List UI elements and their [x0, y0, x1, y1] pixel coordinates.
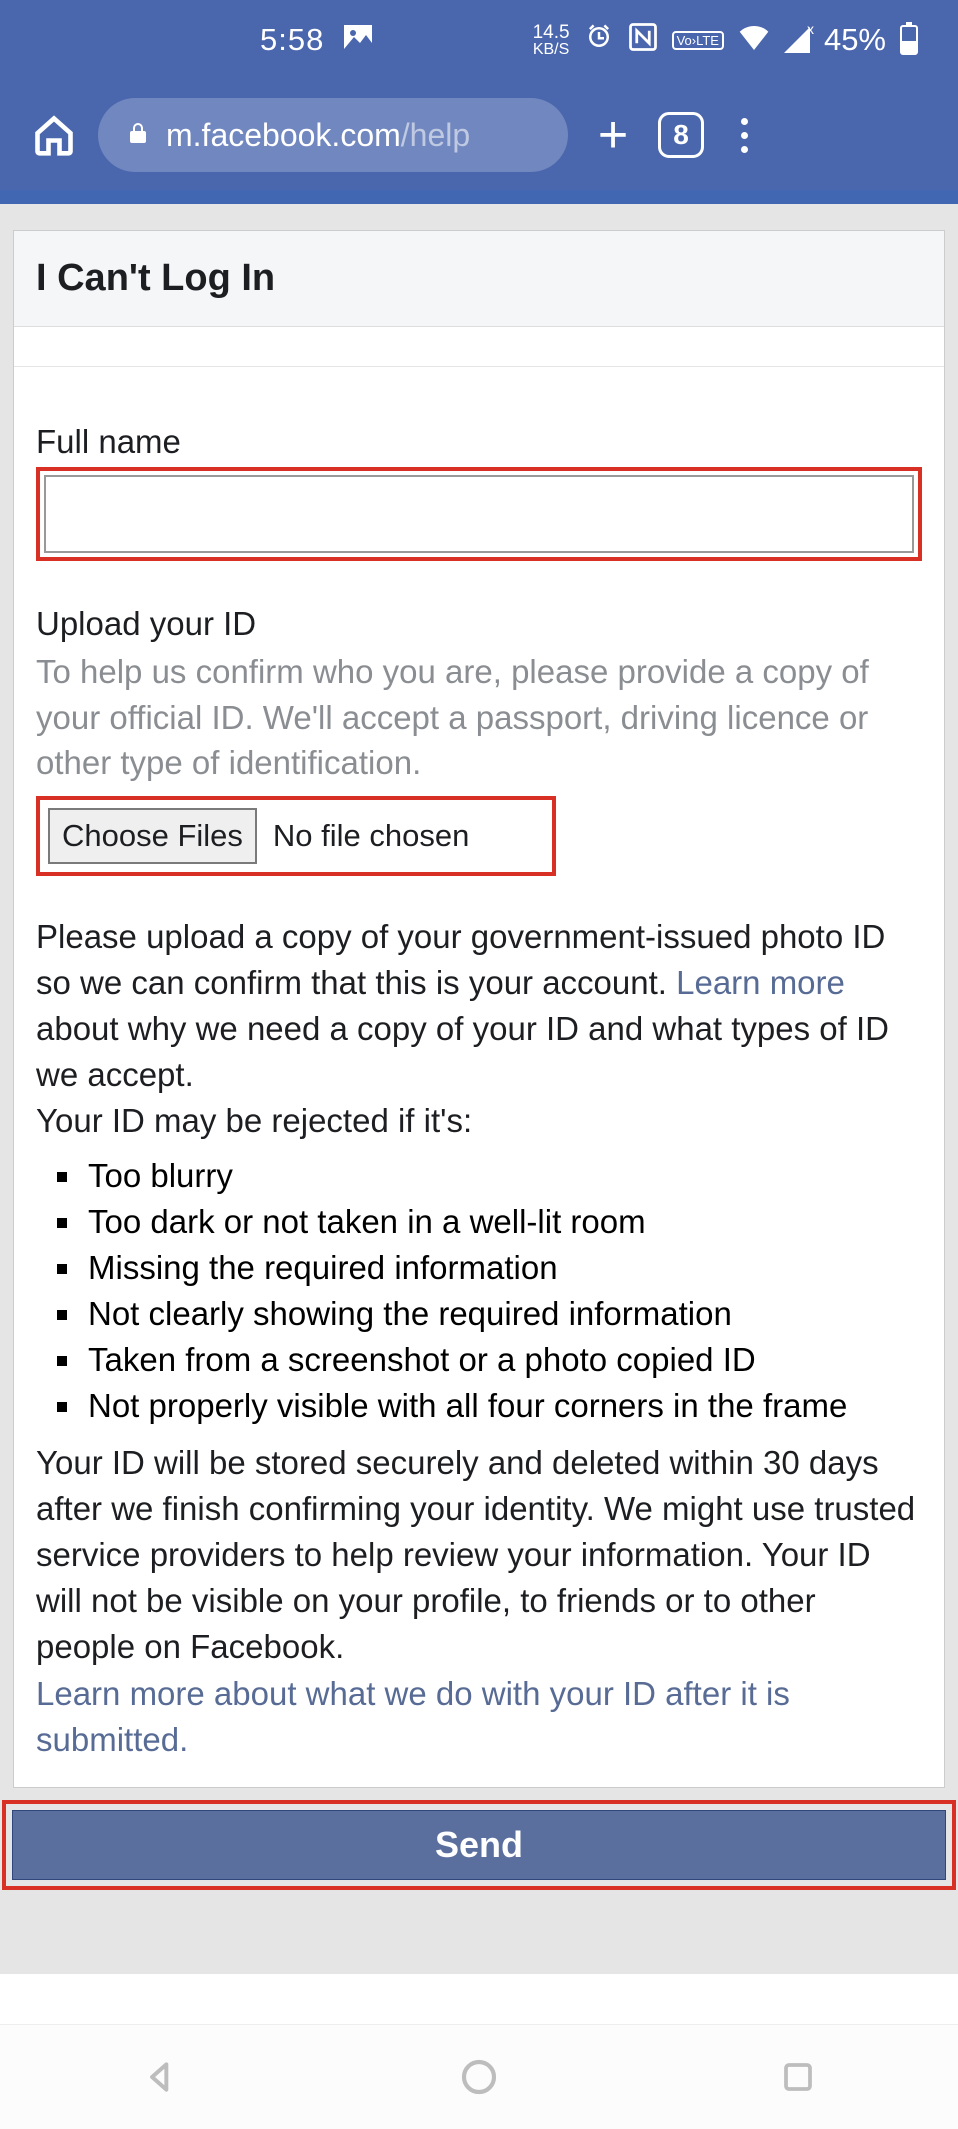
status-bar: 5:58 14.5 KB/S Vo›LTE x 45%: [0, 0, 958, 80]
signal-icon: x: [784, 27, 810, 53]
list-item: Not properly visible with all four corne…: [84, 1383, 922, 1429]
storage-paragraph: Your ID will be stored securely and dele…: [36, 1440, 922, 1671]
recents-button[interactable]: [775, 2054, 821, 2100]
page-title: I Can't Log In: [14, 231, 944, 327]
list-item: Too dark or not taken in a well-lit room: [84, 1199, 922, 1245]
list-item: Too blurry: [84, 1153, 922, 1199]
battery-icon: [900, 25, 918, 55]
learn-more-link-1[interactable]: Learn more: [676, 964, 845, 1001]
upload-id-label: Upload your ID: [36, 605, 922, 643]
battery-percent: 45%: [824, 22, 886, 58]
nav-bar: [0, 2024, 958, 2129]
network-speed: 14.5 KB/S: [533, 23, 570, 58]
upload-help-text: To help us confirm who you are, please p…: [36, 649, 922, 786]
lock-icon: [126, 119, 150, 152]
send-button[interactable]: Send: [12, 1810, 946, 1880]
menu-button[interactable]: [724, 118, 764, 153]
tabs-button[interactable]: 8: [658, 112, 704, 158]
list-item: Taken from a screenshot or a photo copie…: [84, 1337, 922, 1383]
send-highlight: Send: [2, 1800, 956, 1890]
full-name-input[interactable]: [44, 475, 914, 553]
learn-more-link-2[interactable]: Learn more about what we do with your ID…: [36, 1671, 922, 1763]
home-nav-button[interactable]: [456, 2054, 502, 2100]
fb-top-bar: [0, 190, 958, 204]
picture-icon: [344, 24, 372, 56]
alarm-icon: [584, 22, 614, 59]
new-tab-button[interactable]: +: [588, 105, 638, 165]
browser-toolbar: m.facebook.com/help + 8: [0, 80, 958, 190]
instructions-paragraph: Please upload a copy of your government-…: [36, 914, 922, 1145]
help-form-card: I Can't Log In Full name Upload your ID …: [13, 230, 945, 1788]
list-item: Missing the required information: [84, 1245, 922, 1291]
volte-icon: Vo›LTE: [672, 31, 724, 50]
rejection-list: Too blurry Too dark or not taken in a we…: [76, 1153, 922, 1430]
nfc-icon: [628, 22, 658, 59]
choose-files-button[interactable]: Choose Files: [48, 808, 257, 864]
clock: 5:58: [260, 22, 324, 58]
wifi-icon: [738, 24, 770, 57]
home-button[interactable]: [30, 111, 78, 159]
back-button[interactable]: [137, 2054, 183, 2100]
file-status: No file chosen: [273, 818, 469, 854]
full-name-highlight: [36, 467, 922, 561]
page-content: I Can't Log In Full name Upload your ID …: [0, 204, 958, 1974]
list-item: Not clearly showing the required informa…: [84, 1291, 922, 1337]
address-bar[interactable]: m.facebook.com/help: [98, 98, 568, 172]
file-input-highlight: Choose Files No file chosen: [36, 796, 556, 876]
url-text: m.facebook.com/help: [166, 117, 470, 154]
full-name-label: Full name: [36, 423, 922, 461]
